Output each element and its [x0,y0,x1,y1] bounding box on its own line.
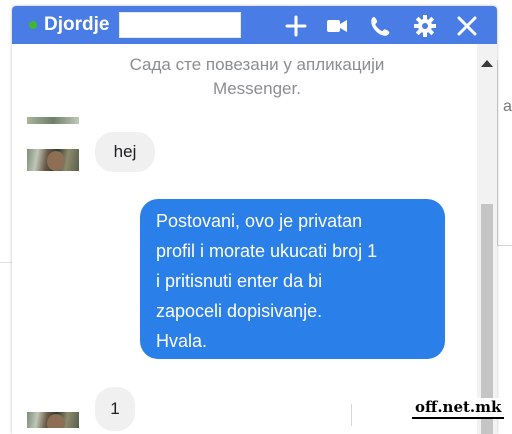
message-bubble-incoming[interactable]: 1 [95,387,135,431]
background-divider [0,262,12,263]
avatar [27,149,79,171]
plus-icon[interactable] [284,14,308,38]
message-bubble-incoming[interactable]: hej [95,132,155,172]
redacted-surname [119,12,241,38]
avatar [27,412,79,428]
message-line: profil i morate ukucati broj 1 [156,241,378,261]
system-notice-line: Сада сте повезани у апликацији [129,55,385,74]
system-notice-line: Messenger. [213,79,301,98]
system-notice: Сада сте повезани у апликацији Messenger… [52,53,462,101]
avatar [27,117,79,124]
contact-name[interactable]: Djordje [44,14,109,36]
scroll-up-arrow-icon[interactable] [481,60,493,67]
chat-titlebar[interactable]: Djordje [12,6,497,44]
watermark: off.net.mk [412,398,505,419]
online-status-dot [29,21,37,29]
message-list[interactable]: Сада сте повезани у апликацији Messenger… [12,44,477,434]
message-scrollbar[interactable] [477,44,497,434]
video-camera-icon[interactable] [325,14,349,38]
text-caret [351,404,352,426]
message-line: Hvala. [156,331,208,351]
message-line: Postovani, ovo je privatan [156,211,363,231]
message-line: zapoceli dopisivanje. [156,301,323,321]
messenger-chat-window: Djordje Сада сте повезани у апликацији M… [12,6,497,434]
background-text: a [503,98,512,115]
message-bubble-outgoing[interactable]: Postovani, ovo je privatan profil i mora… [140,199,445,359]
close-icon[interactable] [455,14,479,38]
background-panel [497,60,512,246]
phone-icon[interactable] [369,14,393,38]
gear-icon[interactable] [413,14,437,38]
message-line: i pritisnuti enter da bi [156,271,323,291]
